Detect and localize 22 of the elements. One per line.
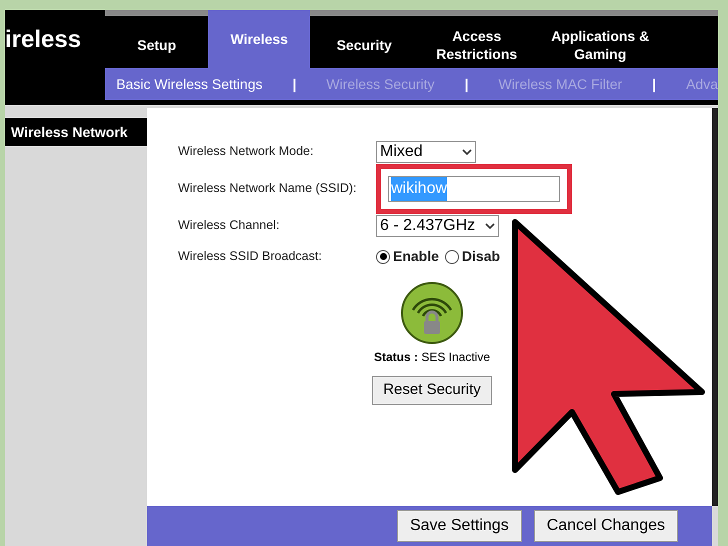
wireless-lock-icon	[401, 282, 463, 344]
footer-button[interactable]: Cancel Changes	[534, 510, 678, 542]
separator: |	[652, 74, 656, 94]
page-title: ireless	[5, 26, 82, 53]
separator: |	[292, 74, 296, 94]
field-label: Wireless Network Mode:	[178, 143, 314, 160]
chevron-down-icon	[485, 222, 496, 228]
section-heading: Wireless Network	[11, 122, 128, 142]
nav-tab[interactable]: Wireless	[208, 10, 310, 68]
field-label: Wireless Network Name (SSID):	[178, 180, 358, 198]
field-label: Wireless SSID Broadcast:	[178, 248, 323, 266]
separator: |	[464, 74, 468, 94]
dropdown[interactable]: 6 - 2.437GHz	[376, 214, 500, 236]
subnav-link[interactable]: Basic Wireless Settings	[116, 74, 262, 94]
radio-option[interactable]: Enable	[376, 246, 439, 267]
reset-security-button[interactable]: Reset Security	[372, 376, 492, 404]
ses-status: Status : SES Inactive	[374, 349, 490, 366]
dropdown[interactable]: Mixed	[376, 140, 476, 162]
chevron-down-icon	[462, 148, 472, 154]
radio-option[interactable]: Disab	[444, 246, 500, 267]
footer-button[interactable]: Save Settings	[396, 510, 522, 542]
field-label: Wireless Channel:	[178, 217, 280, 234]
